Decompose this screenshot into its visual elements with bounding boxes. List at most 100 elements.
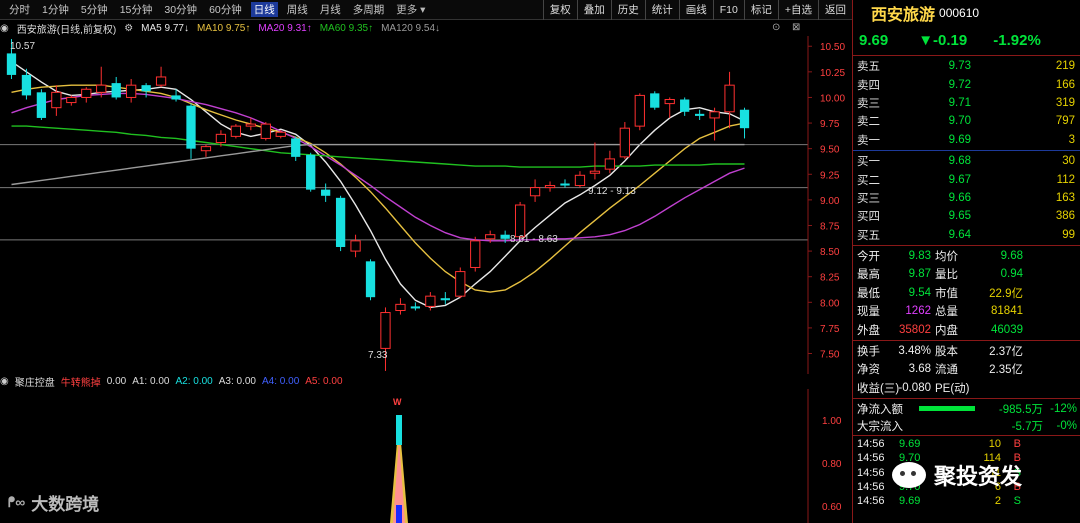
- period-tab-daily[interactable]: 日线: [250, 2, 278, 17]
- price-tick-label: 8.50: [820, 247, 840, 258]
- tick-price: 9.69: [899, 494, 921, 507]
- stat-label: 总量: [935, 306, 958, 319]
- ind-tick-1: 1.00: [822, 416, 842, 427]
- kline-chart[interactable]: 10.50 10.25 10.00 9.75 9.50 9.25 9.00 8.75 8.50 8…: [0, 36, 852, 374]
- stat-row: 最高 9.87 量比 0.94: [857, 265, 1080, 283]
- candle-body-up: [724, 84, 735, 113]
- ma10-label: MA10 9.75↑: [196, 22, 251, 34]
- ask-row: 卖五 9.73 219: [853, 57, 1080, 75]
- divider: [853, 339, 1080, 341]
- indicator-bar-blue: [396, 505, 402, 523]
- candle: [365, 259, 376, 301]
- period-tab-5min[interactable]: 5分钟: [78, 2, 111, 17]
- ask-label: 卖一: [857, 134, 880, 147]
- period-tab-more[interactable]: 更多 ▾: [393, 2, 428, 17]
- chart-expand-icon[interactable]: ⊙: [772, 22, 780, 33]
- add-favorite-button[interactable]: +自选: [777, 0, 818, 20]
- divider: [853, 244, 1080, 246]
- ask-volume: 3: [1068, 133, 1075, 146]
- period-tab-multi[interactable]: 多周期: [350, 2, 388, 17]
- candle-body-up: [260, 123, 271, 139]
- stat-label: 量比: [935, 269, 958, 282]
- candle-body-down: [560, 183, 570, 186]
- period-tab-1min[interactable]: 1分钟: [39, 2, 72, 17]
- candle: [529, 179, 541, 202]
- stat-label: 股本: [935, 346, 958, 359]
- ma-line-ma5: [11, 61, 745, 309]
- candle: [619, 122, 630, 159]
- period-tab-monthly[interactable]: 月线: [317, 2, 344, 17]
- stat-row: 今开 9.83 均价 9.68: [857, 247, 1080, 265]
- overlay-button[interactable]: 叠加: [576, 0, 611, 20]
- bid-price: 9.68: [948, 155, 971, 168]
- candle: [306, 152, 316, 192]
- candle-body-up: [155, 76, 167, 86]
- candle-body-up: [51, 91, 62, 109]
- candle-body-down: [141, 85, 151, 92]
- ask-row: 卖四 9.72 166: [853, 75, 1080, 93]
- candle: [604, 150, 616, 174]
- period-tab-15min[interactable]: 15分钟: [117, 2, 156, 17]
- settings-dot-icon[interactable]: ◉: [0, 23, 9, 34]
- candle: [321, 183, 331, 202]
- bid-book: 买一 9.68 30 买二 9.67 112 买三 9.66 163 买四 9.65 386 买…: [853, 152, 1080, 244]
- fuquan-button[interactable]: 复权: [542, 0, 577, 20]
- candle-body-up: [514, 204, 526, 238]
- history-button[interactable]: 历史: [610, 0, 645, 20]
- bid-price: 9.64: [948, 228, 971, 241]
- period-tab-60min[interactable]: 60分钟: [206, 2, 245, 17]
- tick-time: 14:56: [857, 438, 885, 451]
- candle-body-down: [680, 99, 690, 112]
- tick-time: 14:56: [857, 494, 885, 507]
- candle-body-up: [619, 127, 630, 158]
- candle: [260, 122, 271, 141]
- candle: [410, 302, 421, 311]
- candle-body-up: [275, 131, 286, 137]
- period-tab-fenshi[interactable]: 分时: [6, 2, 33, 17]
- candle-body-up: [544, 185, 556, 189]
- period-toolbar: 分时 1分钟 5分钟 15分钟 30分钟 60分钟 日线 周线 月线 多周期 更…: [0, 0, 852, 20]
- stat-value: 0.94: [1000, 268, 1023, 281]
- candle-body-down: [410, 306, 421, 309]
- stat-row: 外盘 35802 内盘 46039: [857, 320, 1080, 338]
- chart-close-icon[interactable]: ⊠: [792, 22, 800, 33]
- back-button[interactable]: 返回: [818, 0, 852, 20]
- indicator-chart[interactable]: 1.00 0.80 0.60 W: [0, 389, 852, 523]
- candle: [574, 171, 586, 188]
- candle: [230, 124, 242, 139]
- period-tab-30min[interactable]: 30分钟: [161, 2, 200, 17]
- chart-title: 西安旅游(日线,前复权): [16, 24, 117, 36]
- ma-legend: ◉ 西安旅游(日线,前复权) ⚙ MA5 9.77↓ MA10 9.75↑ MA…: [0, 21, 852, 36]
- mark-button[interactable]: 标记: [743, 0, 778, 20]
- indicator-a1: A1: 0.00: [132, 375, 170, 387]
- divider: [853, 55, 1080, 56]
- stat-label: 流通: [935, 364, 958, 377]
- candle-body-up: [455, 271, 466, 297]
- ask-label: 卖四: [857, 79, 880, 92]
- draw-button[interactable]: 画线: [678, 0, 713, 20]
- ask-label: 卖二: [857, 116, 880, 129]
- candle-body-up: [574, 174, 586, 187]
- stats-block: 今开 9.83 均价 9.68 最高 9.87 量比 0.94 最低 9.54 市值 22.9亿 …: [853, 247, 1080, 339]
- indicator-settings-icon[interactable]: ◉: [0, 376, 9, 387]
- toolbar-right-buttons: 复权 叠加 历史 统计 画线 F10 标记 +自选 返回: [542, 0, 852, 20]
- stat-label: 外盘: [857, 324, 880, 337]
- net-inflow-pct: -12%: [1050, 402, 1077, 415]
- candle-body-up: [470, 240, 481, 268]
- candle-body-down: [111, 83, 121, 98]
- indicator-a5: A5: 0.00: [305, 375, 343, 387]
- stat-row: 净资 3.68 流通 2.35亿: [857, 360, 1080, 378]
- price-axis: 10.50 10.25 10.00 9.75 9.50 9.25 9.00 8.75 8.50 8…: [807, 36, 845, 374]
- chevron-down-icon: ▾: [420, 4, 426, 16]
- f10-button[interactable]: F10: [712, 0, 744, 20]
- candle: [724, 71, 735, 129]
- price-tick-label: 8.75: [820, 221, 840, 232]
- ask-row: 卖一 9.69 3: [853, 131, 1080, 149]
- candle-body-down: [650, 93, 660, 108]
- stats-button[interactable]: 统计: [644, 0, 679, 20]
- period-tab-weekly[interactable]: 周线: [284, 2, 311, 17]
- quote-panel: 西安旅游 000610 9.69 ▼-0.19 -1.92% 卖五 9.73 219…: [852, 0, 1080, 523]
- price-tick-label: 8.25: [820, 273, 840, 284]
- settings-gear-icon[interactable]: ⚙: [124, 23, 133, 34]
- bid-row: 买五 9.64 99: [853, 226, 1080, 244]
